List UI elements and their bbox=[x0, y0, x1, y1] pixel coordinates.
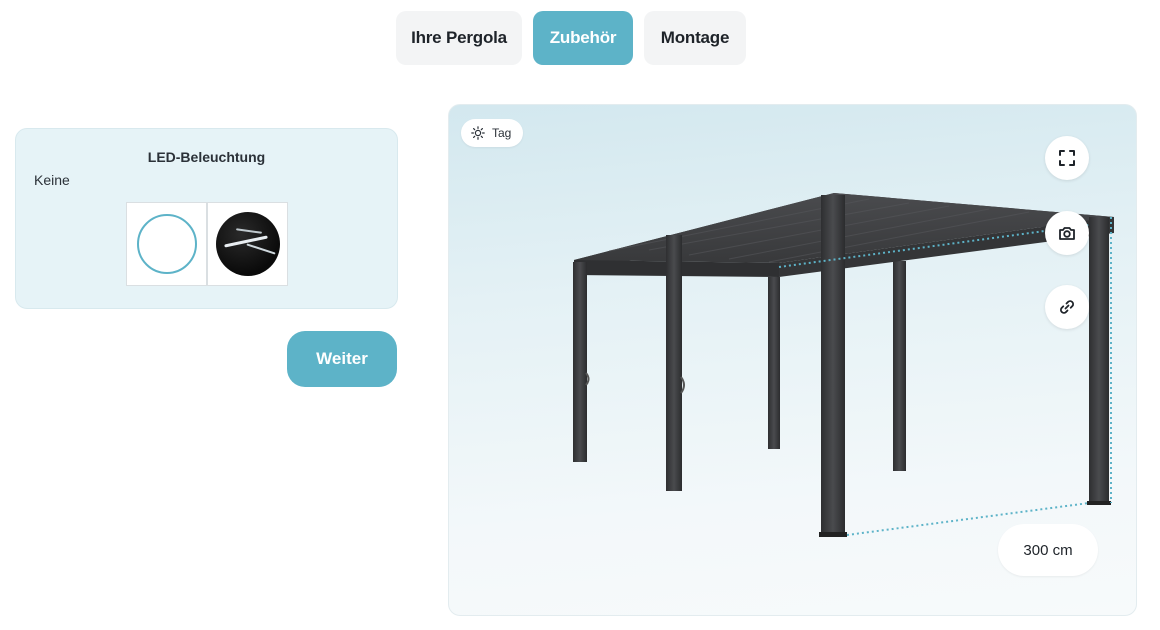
weiter-button[interactable]: Weiter bbox=[287, 331, 397, 387]
step-tabs: Ihre Pergola Zubehör Montage bbox=[396, 11, 746, 65]
screenshot-button[interactable] bbox=[1045, 211, 1089, 255]
led-options-panel: LED-Beleuchtung Keine bbox=[15, 128, 398, 309]
led-title: LED-Beleuchtung bbox=[147, 149, 266, 165]
led-selected-value: Keine bbox=[34, 172, 70, 188]
link-icon bbox=[1060, 300, 1074, 314]
sun-icon bbox=[471, 126, 485, 140]
tab-montage[interactable]: Montage bbox=[644, 11, 746, 65]
fullscreen-icon bbox=[1059, 150, 1075, 166]
led-option-none[interactable] bbox=[126, 202, 207, 286]
fullscreen-button[interactable] bbox=[1045, 136, 1089, 180]
tab-ihre-pergola[interactable]: Ihre Pergola bbox=[396, 11, 522, 65]
dimension-label: 300 cm bbox=[998, 524, 1098, 576]
share-link-button[interactable] bbox=[1045, 285, 1089, 329]
camera-icon bbox=[1059, 227, 1075, 240]
light-mode-label: Tag bbox=[492, 126, 512, 140]
light-mode-toggle[interactable]: Tag bbox=[461, 119, 524, 147]
led-option-light[interactable] bbox=[207, 202, 288, 286]
pergola-3d-viewer[interactable]: Tag 300 cm bbox=[448, 104, 1137, 616]
led-light-option-icon bbox=[215, 212, 280, 276]
no-led-option-icon bbox=[136, 214, 197, 274]
tab-zubehoer[interactable]: Zubehör bbox=[533, 11, 633, 65]
